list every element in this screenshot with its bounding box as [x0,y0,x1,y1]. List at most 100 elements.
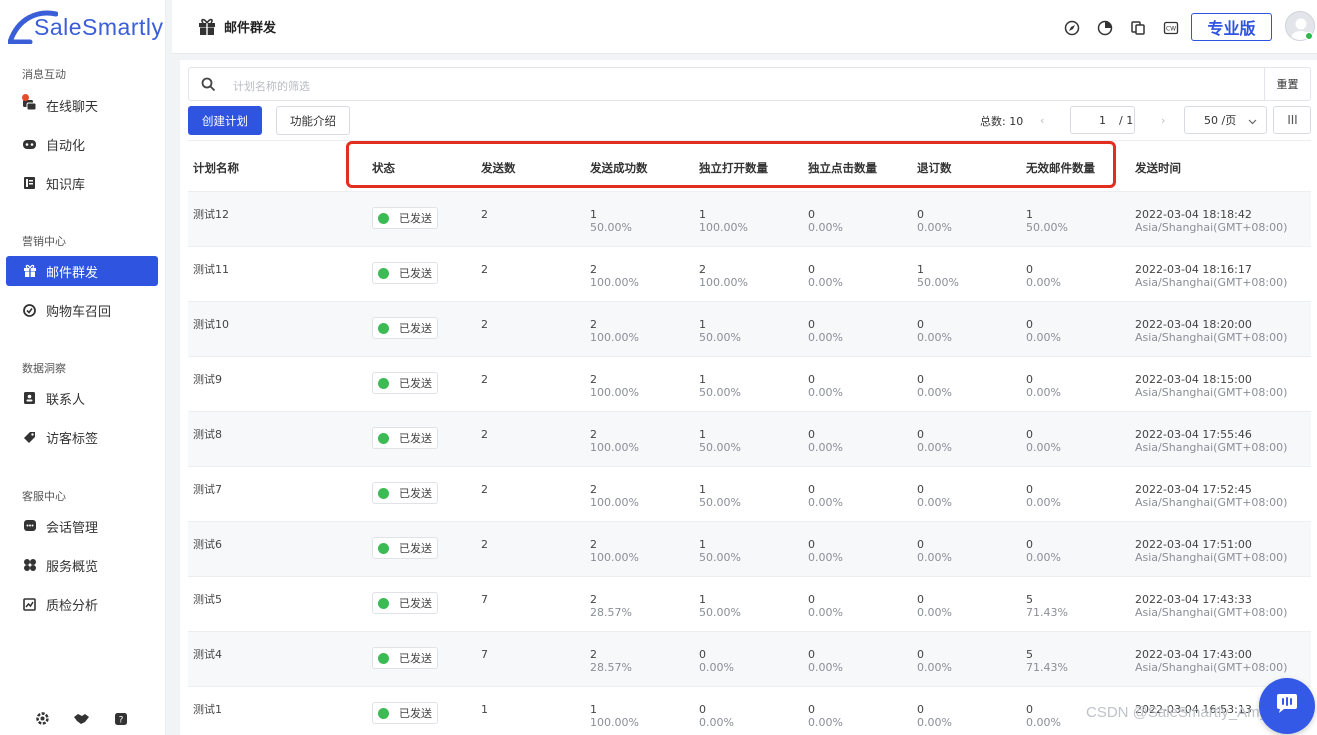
sidebar-item-cart-recall[interactable]: 购物车召回 [6,295,158,325]
conversation-icon [21,518,38,535]
sent-count: 7 [481,593,488,606]
table-row[interactable]: 测试6 已发送 2 2 100.00% 1 50.00% 0 0.00% 0 0.00% 0 0.00%… [188,521,1311,576]
column-header[interactable]: 计划名称 [193,160,239,176]
section-title-marketing: 营销中心 [22,235,66,248]
stat-invalid: 0 0.00% [1026,263,1061,289]
stat-percent: 0.00% [808,221,843,234]
table-row[interactable]: 测试9 已发送 2 2 100.00% 1 50.00% 0 0.00% 0 0.00% 0 0.00%… [188,356,1311,411]
stat-click: 0 0.00% [808,648,843,674]
stat-value: 0 [808,318,815,331]
prev-page-button[interactable]: ‹ [1040,106,1044,135]
stat-percent: 50.00% [917,276,959,289]
table-row[interactable]: 测试12 已发送 2 1 50.00% 1 100.00% 0 0.00% 0 0.00% 1 50.0… [188,191,1311,246]
pro-edition-button[interactable]: 专业版 [1191,13,1272,41]
stat-value: 0 [1026,483,1033,496]
stat-percent: 50.00% [699,441,741,454]
stat-invalid: 0 0.00% [1026,483,1061,509]
create-plan-button[interactable]: 创建计划 [188,106,262,135]
sidebar-item-service-overview[interactable]: 服务概览 [6,550,158,580]
brand-logo[interactable]: SaleSmartly [8,6,163,46]
send-time-zone: Asia/Shanghai(GMT+08:00) [1135,551,1288,564]
cw-icon[interactable]: CW [1161,18,1181,38]
send-time-zone: Asia/Shanghai(GMT+08:00) [1135,221,1288,234]
stat-value: 1 [699,428,706,441]
stat-percent: 100.00% [590,441,639,454]
stat-percent: 28.57% [590,606,632,619]
columns-icon [1288,114,1297,127]
table-row[interactable]: 测试5 已发送 7 2 28.57% 1 50.00% 0 0.00% 0 0.00% 5 71.43%… [188,576,1311,631]
total-count: 总数: 10 [980,114,1024,128]
stat-value: 0 [917,703,924,716]
table-row[interactable]: 测试10 已发送 2 2 100.00% 1 50.00% 0 0.00% 0 0.00% 0 0.00… [188,301,1311,356]
chat-widget-button[interactable] [1259,678,1315,734]
stat-success: 1 100.00% [590,703,639,729]
table-row[interactable]: 测试8 已发送 2 2 100.00% 1 50.00% 0 0.00% 0 0.00% 0 0.00%… [188,411,1311,466]
stat-invalid: 0 0.00% [1026,318,1061,344]
settings-icon[interactable] [34,710,51,727]
status-badge: 已发送 [372,372,438,394]
stat-unsub: 0 0.00% [917,428,952,454]
send-time-value: 2022-03-04 17:43:33 [1135,593,1252,606]
handshake-icon[interactable] [73,710,90,727]
stat-click: 0 0.00% [808,703,843,729]
sidebar-bottom-icons: ? [34,710,129,727]
recall-icon [21,302,38,319]
stat-value: 2 [590,593,597,606]
stat-value: 1 [699,318,706,331]
reset-button[interactable]: 重置 [1264,68,1310,100]
table-row[interactable]: 测试4 已发送 7 2 28.57% 0 0.00% 0 0.00% 0 0.00% 5 71.43% 2… [188,631,1311,686]
sidebar-item-knowledge-base[interactable]: 知识库 [6,168,158,198]
sidebar-item-conversations[interactable]: 会话管理 [6,511,158,541]
search-icon [201,77,216,96]
pie-icon[interactable] [1095,18,1115,38]
column-header[interactable]: 发送时间 [1135,160,1181,176]
stat-percent: 71.43% [1026,661,1068,674]
sidebar-item-email-campaign[interactable]: 邮件群发 [6,256,158,286]
page-title-text: 邮件群发 [224,21,277,36]
column-settings-button[interactable] [1273,106,1311,134]
stat-click: 0 0.00% [808,593,843,619]
sent-count: 1 [481,703,488,716]
svg-text:CW: CW [1166,26,1176,33]
stat-value: 0 [699,703,706,716]
sidebar-item-label: 自动化 [46,138,86,154]
stat-percent: 100.00% [590,716,639,729]
stat-percent: 0.00% [917,716,952,729]
stat-percent: 0.00% [808,386,843,399]
sidebar-item-automation[interactable]: 自动化 [6,129,158,159]
search-input[interactable]: 计划名称的筛选 [233,78,310,94]
stat-open: 1 50.00% [699,593,741,619]
stat-value: 1 [699,373,706,386]
next-page-button[interactable]: › [1161,106,1165,135]
sidebar-item-visitor-tags[interactable]: 访客标签 [6,422,158,452]
stat-value: 0 [917,208,924,221]
sidebar-item-contacts[interactable]: 联系人 [6,383,158,413]
sidebar-item-quality-analysis[interactable]: 质检分析 [6,589,158,619]
stat-percent: 0.00% [917,221,952,234]
stat-open: 2 100.00% [699,263,748,289]
feature-intro-button[interactable]: 功能介绍 [276,106,350,135]
stat-unsub: 0 0.00% [917,318,952,344]
page-size-select[interactable]: 50 /页 [1184,106,1267,134]
stat-invalid: 0 0.00% [1026,373,1061,399]
tag-icon [21,429,38,446]
stat-percent: 0.00% [917,386,952,399]
status-text: 已发送 [399,377,432,390]
send-time: 2022-03-04 17:43:33 Asia/Shanghai(GMT+08:… [1135,593,1287,619]
compass-icon[interactable] [1062,18,1082,38]
stat-percent: 0.00% [808,496,843,509]
highlight-annotation-box [346,141,1116,188]
table-row[interactable]: 测试7 已发送 2 2 100.00% 1 50.00% 0 0.00% 0 0.00% 0 0.00%… [188,466,1311,521]
sidebar-item-live-chat[interactable]: 在线聊天 [6,90,158,120]
help-icon[interactable]: ? [112,710,129,727]
plan-name: 测试11 [193,263,229,276]
stat-percent: 0.00% [1026,551,1061,564]
send-time-zone: Asia/Shanghai(GMT+08:00) [1135,661,1288,674]
stat-unsub: 1 50.00% [917,263,959,289]
stat-value: 5 [1026,593,1033,606]
copy-icon[interactable] [1128,18,1148,38]
status-text: 已发送 [399,542,432,555]
table-row[interactable]: 测试11 已发送 2 2 100.00% 2 100.00% 0 0.00% 1 50.00% 0 0.… [188,246,1311,301]
send-time: 2022-03-04 17:55:46 Asia/Shanghai(GMT+08:… [1135,428,1287,454]
send-time: 2022-03-04 18:15:00 Asia/Shanghai(GMT+08:… [1135,373,1287,399]
